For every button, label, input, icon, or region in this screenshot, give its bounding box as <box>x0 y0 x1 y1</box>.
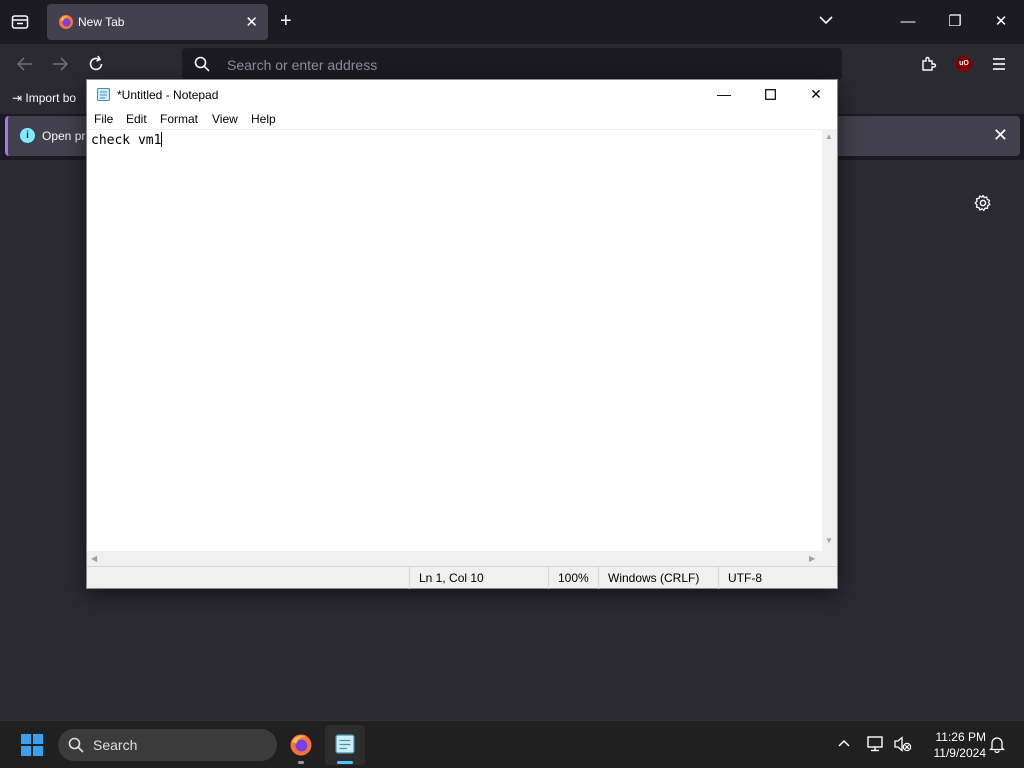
address-placeholder: Search or enter address <box>227 57 378 73</box>
vertical-scrollbar[interactable]: ▲ ▼ <box>822 129 837 551</box>
forward-button[interactable] <box>50 54 70 74</box>
menu-edit[interactable]: Edit <box>126 112 147 126</box>
notepad-close-button[interactable]: ✕ <box>793 80 839 109</box>
status-zoom: 100% <box>548 567 598 589</box>
active-indicator <box>337 761 353 764</box>
back-arrow-icon <box>16 57 32 71</box>
notepad-text-content: check vm1 <box>91 133 162 148</box>
start-button[interactable] <box>21 734 43 756</box>
volume-muted-icon <box>894 736 912 752</box>
browser-tab-strip: New Tab ✕ + — ❐ ✕ <box>0 0 1024 44</box>
running-indicator <box>298 761 304 764</box>
extensions-button[interactable] <box>920 55 938 78</box>
tab-title: New Tab <box>78 15 125 29</box>
horizontal-scrollbar[interactable]: ◀ ▶ <box>87 551 822 566</box>
back-button[interactable] <box>15 54 35 74</box>
notepad-title-bar[interactable]: *Untitled - Notepad — ✕ <box>87 80 837 109</box>
notepad-menu-bar: File Edit Format View Help <box>87 109 837 129</box>
text-caret <box>161 132 163 147</box>
windows-logo-pane <box>33 734 43 744</box>
firefox-icon <box>59 15 73 29</box>
new-tab-icon[interactable]: + <box>280 10 292 33</box>
import-bookmarks-button[interactable]: ⇥ Import bo <box>12 91 76 105</box>
address-bar[interactable]: Search or enter address <box>182 48 842 80</box>
customize-new-tab-button[interactable] <box>974 194 992 217</box>
notepad-app-icon <box>335 734 355 754</box>
firefox-icon <box>290 734 312 756</box>
menu-file[interactable]: File <box>94 112 113 126</box>
windows-logo-icon <box>21 734 31 744</box>
firefox-view-button[interactable] <box>10 12 30 32</box>
network-icon <box>867 736 883 752</box>
volume-button[interactable] <box>893 735 913 758</box>
app-menu-button[interactable] <box>991 56 1007 77</box>
notepad-window-title: *Untitled - Notepad <box>117 88 219 102</box>
chevron-down-icon <box>819 16 833 25</box>
import-icon: ⇥ <box>12 91 23 105</box>
status-line-ending: Windows (CRLF) <box>598 567 718 589</box>
reload-icon <box>89 55 103 71</box>
notepad-minimize-button[interactable]: — <box>701 80 747 109</box>
menu-help[interactable]: Help <box>251 112 276 126</box>
search-icon <box>68 737 84 753</box>
windows-logo-pane <box>21 746 31 756</box>
show-hidden-icons-button[interactable] <box>837 736 851 755</box>
bell-icon <box>988 737 1006 754</box>
notification-message: Open pr <box>42 129 86 143</box>
puzzle-icon <box>922 56 937 71</box>
menu-view[interactable]: View <box>212 112 238 126</box>
close-tab-icon[interactable]: ✕ <box>245 13 258 31</box>
scroll-up-icon[interactable]: ▲ <box>825 132 833 141</box>
gear-icon <box>974 194 991 212</box>
restore-window-button[interactable]: ❐ <box>940 8 970 36</box>
scroll-right-icon[interactable]: ▶ <box>809 554 815 563</box>
import-bookmarks-label: Import bo <box>25 91 77 105</box>
status-cursor-position: Ln 1, Col 10 <box>409 567 548 589</box>
minimize-window-button[interactable]: — <box>893 8 923 36</box>
close-window-button[interactable]: ✕ <box>986 8 1016 36</box>
notepad-window: *Untitled - Notepad — ✕ File Edit Format… <box>86 79 838 589</box>
taskbar-notepad[interactable] <box>325 725 365 765</box>
windows-logo-pane <box>33 746 43 756</box>
reload-button[interactable] <box>86 54 106 74</box>
maximize-icon <box>764 89 776 100</box>
notepad-text-area[interactable]: check vm1 <box>87 129 822 551</box>
list-all-tabs-button[interactable] <box>818 12 834 33</box>
info-icon: i <box>20 128 35 143</box>
forward-arrow-icon <box>53 57 69 71</box>
clock-date: 11/9/2024 <box>933 746 987 760</box>
chevron-up-icon <box>838 739 850 747</box>
ublock-origin-icon[interactable]: uO <box>956 56 972 72</box>
scrollbar-corner <box>822 551 837 566</box>
close-notification-icon[interactable]: ✕ <box>993 125 1008 146</box>
scroll-left-icon[interactable]: ◀ <box>91 554 97 563</box>
system-clock[interactable]: 11:26 PM 11/9/2024 <box>920 729 987 761</box>
network-status-button[interactable] <box>866 735 886 758</box>
taskbar: Search 11:26 PM 11/9/2024 <box>0 720 1024 768</box>
clock-time: 11:26 PM <box>935 730 986 744</box>
firefox-view-icon <box>11 15 29 29</box>
notifications-button[interactable] <box>988 735 1006 758</box>
menu-format[interactable]: Format <box>160 112 198 126</box>
tab-new-tab[interactable]: New Tab ✕ <box>47 4 268 40</box>
notepad-app-icon <box>97 88 110 101</box>
taskbar-search-box[interactable]: Search <box>58 729 277 761</box>
scroll-down-icon[interactable]: ▼ <box>825 536 833 545</box>
taskbar-firefox[interactable] <box>281 725 321 765</box>
taskbar-search-label: Search <box>93 737 138 753</box>
status-encoding: UTF-8 <box>718 567 837 589</box>
hamburger-menu-icon <box>993 58 1005 70</box>
notepad-maximize-button[interactable] <box>747 80 793 109</box>
search-icon <box>194 56 210 72</box>
notepad-status-bar: Ln 1, Col 10 100% Windows (CRLF) UTF-8 <box>87 566 837 589</box>
